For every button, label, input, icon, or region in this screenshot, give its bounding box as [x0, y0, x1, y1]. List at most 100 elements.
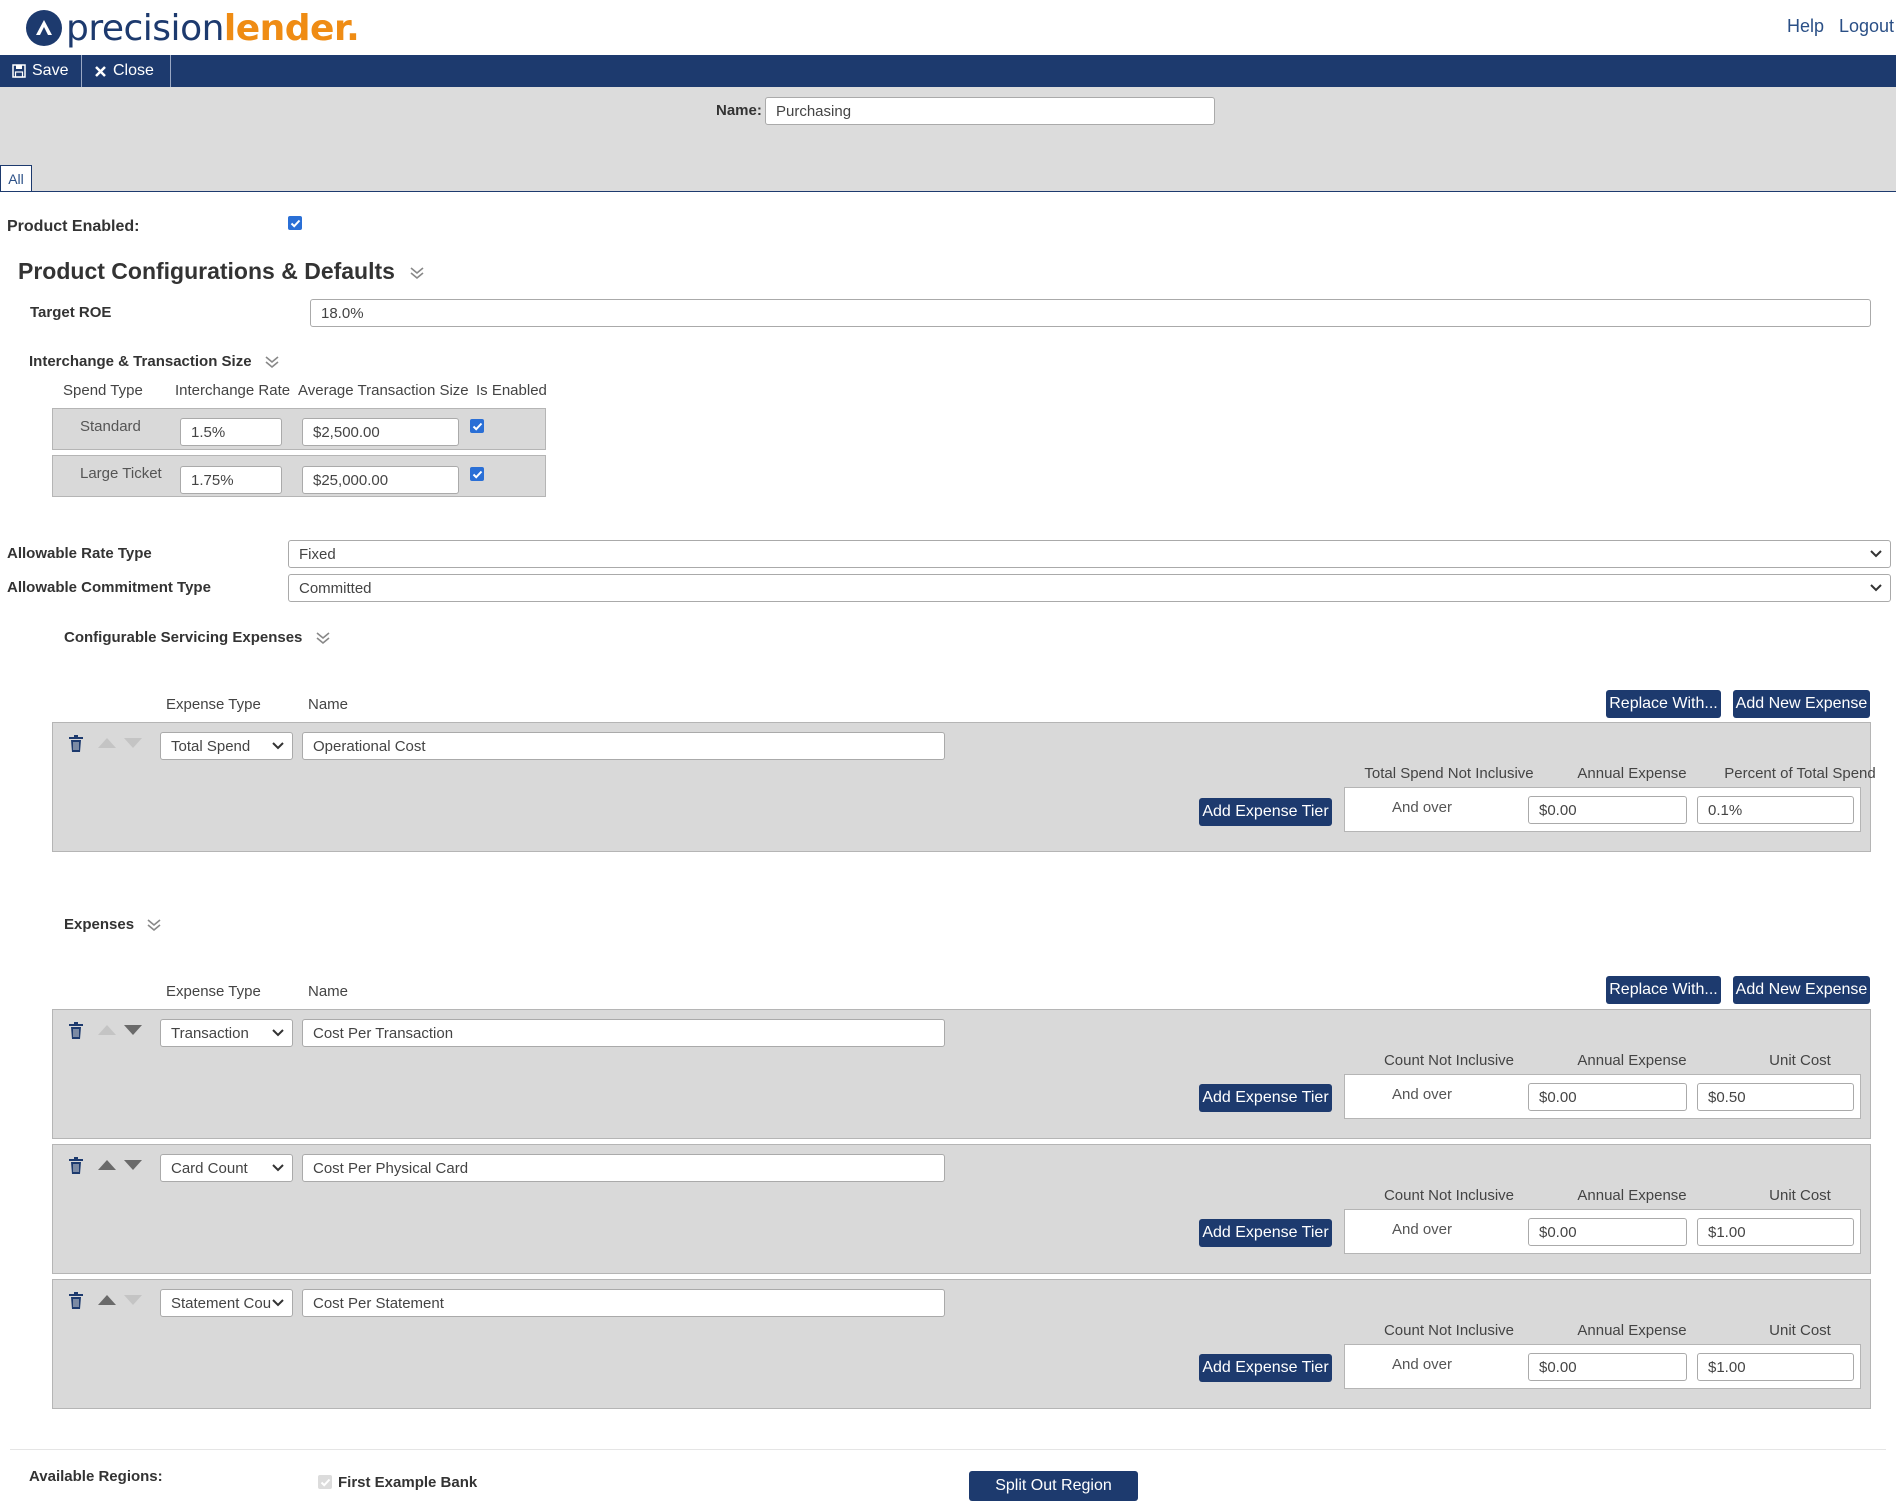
divider	[10, 1449, 1886, 1450]
target-roe-input[interactable]	[310, 299, 1871, 327]
expense-name-input[interactable]	[302, 1019, 945, 1047]
tier-value-input[interactable]	[1697, 1353, 1854, 1381]
expense-name-input[interactable]	[302, 732, 945, 760]
add-new-expense-button[interactable]: Add New Expense	[1733, 690, 1870, 718]
help-link[interactable]: Help	[1787, 16, 1824, 37]
add-new-expense-button[interactable]: Add New Expense	[1733, 976, 1870, 1004]
logo-text-lender: lender.	[223, 7, 360, 49]
col-avg-transaction-size: Average Transaction Size	[298, 382, 469, 399]
spend-type-label: Standard	[80, 418, 141, 435]
col-is-enabled: Is Enabled	[476, 382, 547, 399]
allowable-commitment-type-label: Allowable Commitment Type	[7, 579, 211, 596]
name-input[interactable]	[765, 97, 1215, 125]
is-enabled-checkbox[interactable]	[470, 419, 484, 433]
add-expense-tier-button[interactable]: Add Expense Tier	[1199, 798, 1332, 826]
product-enabled-checkbox[interactable]	[288, 216, 302, 230]
arrow-down-icon[interactable]	[124, 738, 142, 748]
tab-all[interactable]: All	[0, 165, 32, 191]
trash-icon[interactable]	[69, 1022, 83, 1039]
expense-name-input[interactable]	[302, 1289, 945, 1317]
replace-with-button[interactable]: Replace With...	[1606, 690, 1721, 718]
logout-link[interactable]: Logout	[1839, 16, 1894, 37]
toolbar: Save Close	[0, 55, 1896, 87]
chevron-double-down-icon[interactable]	[264, 354, 280, 370]
allowable-rate-type-label: Allowable Rate Type	[7, 545, 152, 562]
tier-annual-expense-input[interactable]	[1528, 796, 1687, 824]
close-label: Close	[113, 62, 154, 79]
chevron-double-down-icon[interactable]	[146, 917, 162, 933]
expense-row: Total Spend Total Spend Not Inclusive An…	[52, 722, 1876, 852]
select-caret-icon	[1870, 550, 1882, 558]
expense-type-select[interactable]: Transaction	[160, 1019, 293, 1047]
close-icon	[95, 65, 106, 77]
expense-type-select[interactable]: Total Spend	[160, 732, 293, 760]
tier-threshold-label: And over	[1391, 1086, 1453, 1103]
add-expense-tier-button[interactable]: Add Expense Tier	[1199, 1354, 1332, 1382]
avg-transaction-size-input[interactable]	[302, 418, 459, 446]
expenses-title-text: Expenses	[64, 916, 135, 933]
expense-type-value: Statement Cou	[171, 1294, 272, 1312]
tier-value-input[interactable]	[1697, 1083, 1854, 1111]
logo-text-precision: precision	[66, 7, 224, 49]
tier-annual-expense-input[interactable]	[1528, 1353, 1687, 1381]
region-name-label: First Example Bank	[338, 1474, 478, 1491]
allowable-rate-type-select[interactable]: Fixed	[288, 540, 1891, 568]
expense-tier: And over	[1344, 1209, 1861, 1254]
add-expense-tier-button[interactable]: Add Expense Tier	[1199, 1084, 1332, 1112]
chevron-double-down-icon[interactable]	[409, 265, 425, 281]
select-caret-icon	[272, 1299, 284, 1307]
allowable-commitment-type-value: Committed	[299, 579, 372, 597]
tier-header-value: Unit Cost	[1769, 1322, 1831, 1339]
product-enabled-label: Product Enabled:	[7, 218, 140, 235]
tier-header-annual-expense: Annual Expense	[1577, 765, 1687, 782]
expense-type-select[interactable]: Statement Cou	[160, 1289, 293, 1317]
allowable-commitment-type-select[interactable]: Committed	[288, 574, 1891, 602]
replace-with-button[interactable]: Replace With...	[1606, 976, 1721, 1004]
tier-header-annual-expense: Annual Expense	[1577, 1322, 1687, 1339]
arrow-down-icon[interactable]	[124, 1025, 142, 1035]
tier-threshold-label: And over	[1391, 799, 1453, 816]
expense-name-input[interactable]	[302, 1154, 945, 1182]
tier-value-input[interactable]	[1697, 1218, 1854, 1246]
arrow-up-icon[interactable]	[98, 1160, 116, 1170]
trash-icon[interactable]	[69, 1157, 83, 1174]
arrow-up-icon[interactable]	[98, 1025, 116, 1035]
is-enabled-checkbox[interactable]	[470, 467, 484, 481]
tier-header-threshold: Count Not Inclusive	[1383, 1052, 1515, 1069]
avg-transaction-size-input[interactable]	[302, 466, 459, 494]
expense-tier: And over	[1344, 1074, 1861, 1119]
expense-type-select[interactable]: Card Count	[160, 1154, 293, 1182]
product-config-title: Product Configurations & Defaults	[18, 258, 425, 285]
arrow-up-icon[interactable]	[98, 1295, 116, 1305]
trash-icon[interactable]	[69, 1292, 83, 1309]
servicing-expenses-title-text: Configurable Servicing Expenses	[64, 629, 303, 646]
arrow-up-icon[interactable]	[98, 738, 116, 748]
select-caret-icon	[1870, 584, 1882, 592]
interchange-rate-input[interactable]	[180, 418, 282, 446]
tier-header-annual-expense: Annual Expense	[1577, 1187, 1687, 1204]
expense-tier: And over	[1344, 787, 1861, 832]
tier-header-value: Unit Cost	[1769, 1052, 1831, 1069]
tier-value-input[interactable]	[1697, 796, 1854, 824]
region-checkbox[interactable]	[318, 1475, 332, 1489]
tier-threshold-label: And over	[1391, 1356, 1453, 1373]
add-expense-tier-button[interactable]: Add Expense Tier	[1199, 1219, 1332, 1247]
close-button[interactable]: Close	[82, 55, 171, 87]
tier-annual-expense-input[interactable]	[1528, 1083, 1687, 1111]
arrow-down-icon[interactable]	[124, 1160, 142, 1170]
spend-type-label: Large Ticket	[80, 465, 162, 482]
tier-header-value: Percent of Total Spend	[1724, 765, 1876, 782]
tier-annual-expense-input[interactable]	[1528, 1218, 1687, 1246]
interchange-rate-input[interactable]	[180, 466, 282, 494]
save-button[interactable]: Save	[0, 55, 82, 87]
interchange-row: Large Ticket	[52, 455, 546, 497]
chevron-double-down-icon[interactable]	[315, 630, 331, 646]
arrow-down-icon[interactable]	[124, 1295, 142, 1305]
split-out-region-button[interactable]: Split Out Region	[969, 1471, 1138, 1501]
expense-row: Card Count Count Not Inclusive Annual Ex…	[52, 1144, 1871, 1274]
tier-header-threshold: Count Not Inclusive	[1383, 1322, 1515, 1339]
name-label: Name:	[716, 102, 762, 119]
trash-icon[interactable]	[69, 735, 83, 752]
interchange-title-text: Interchange & Transaction Size	[29, 353, 252, 370]
tier-header-threshold: Count Not Inclusive	[1383, 1187, 1515, 1204]
